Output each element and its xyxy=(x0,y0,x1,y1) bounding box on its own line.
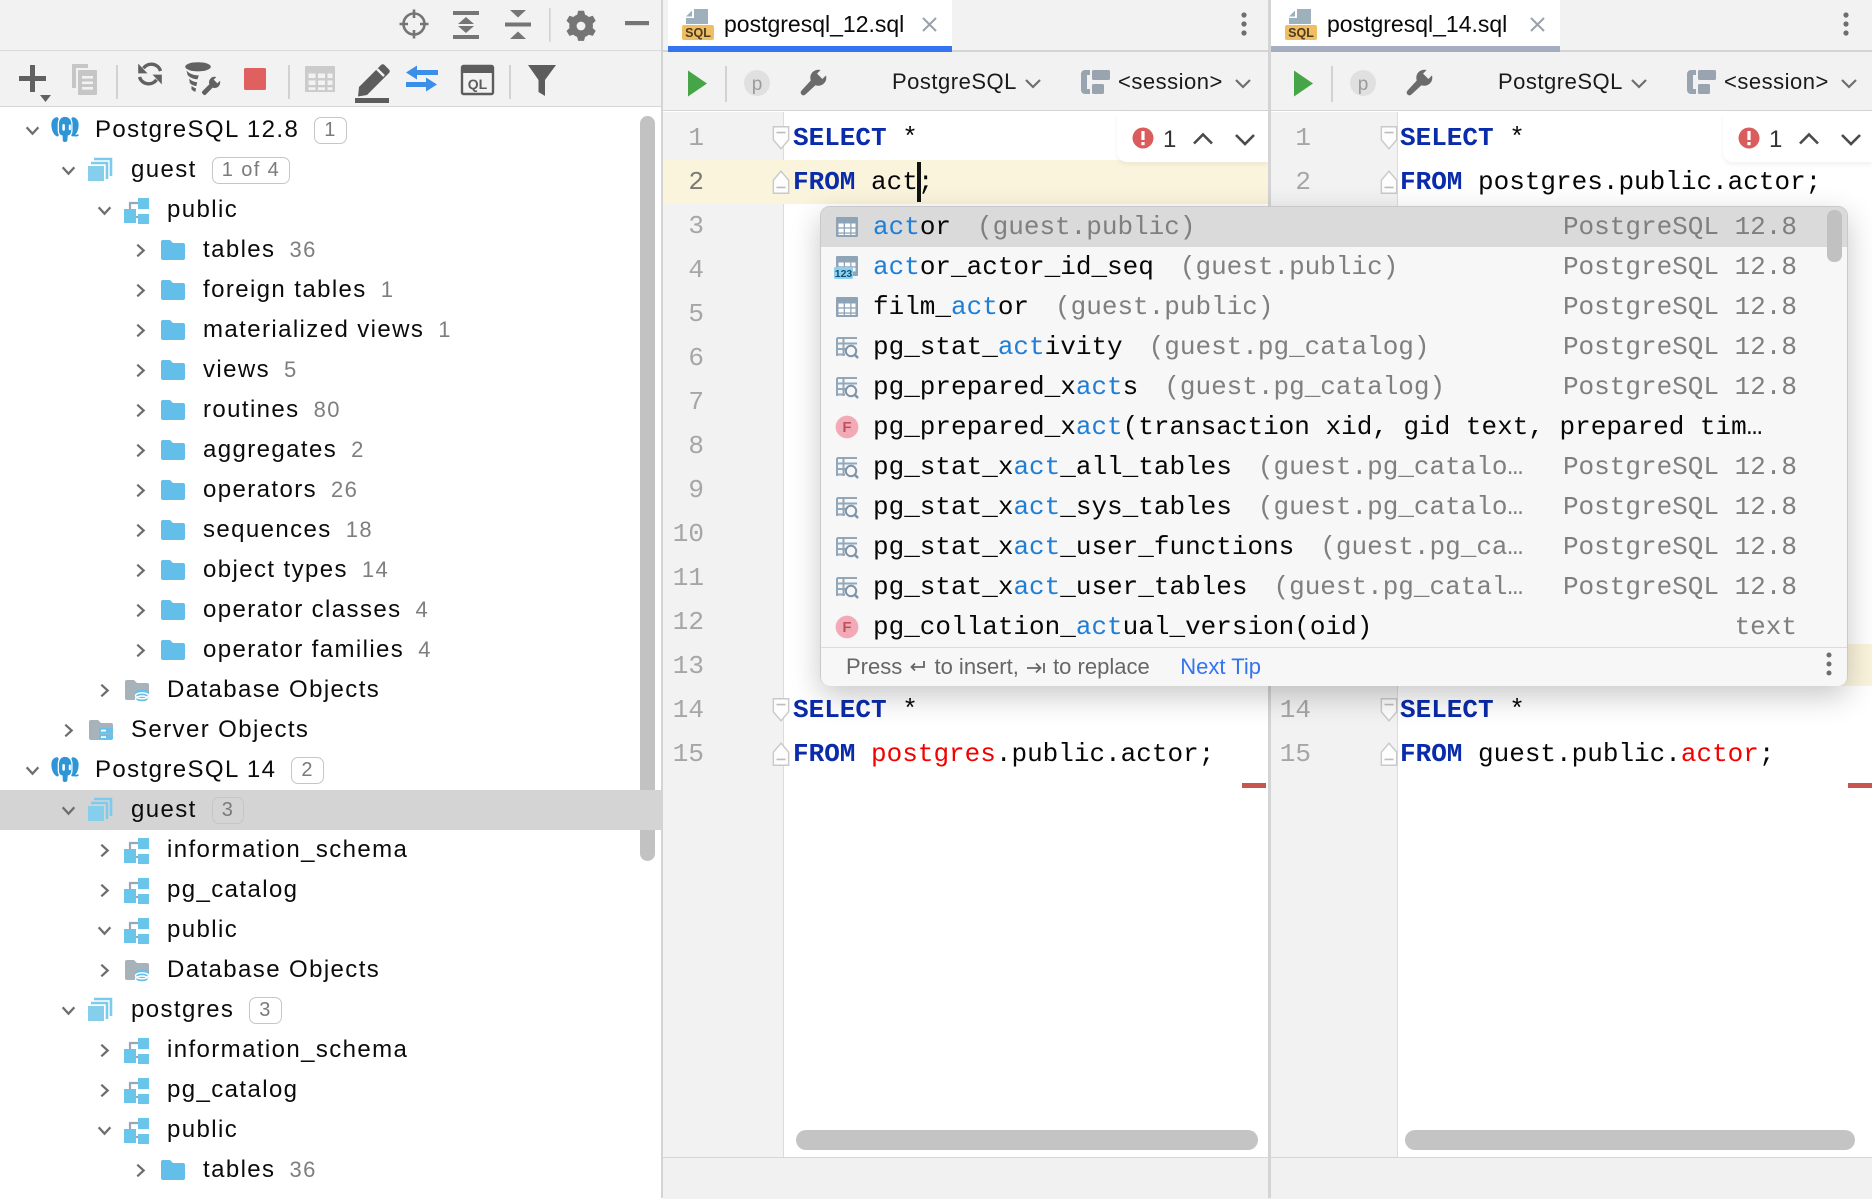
svg-text:1: 1 xyxy=(1769,126,1782,153)
svg-text:QL: QL xyxy=(468,76,488,92)
svg-text:p: p xyxy=(752,74,763,95)
svg-text:SQL: SQL xyxy=(1288,26,1314,40)
svg-text:p: p xyxy=(1358,74,1369,95)
svg-text:SQL: SQL xyxy=(685,26,711,40)
svg-text:1: 1 xyxy=(1163,126,1176,153)
